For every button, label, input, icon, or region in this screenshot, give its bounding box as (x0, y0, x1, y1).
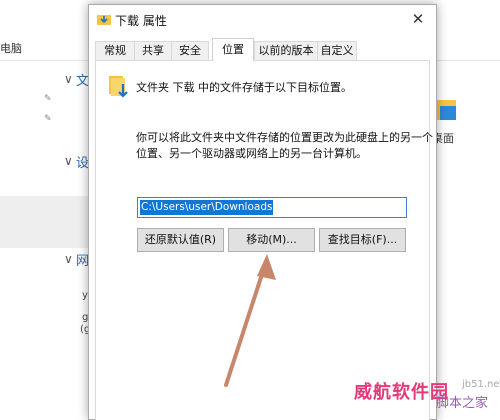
breadcrumb[interactable]: 电脑 (0, 40, 22, 56)
title-bar[interactable]: 下载 属性 ✕ (89, 5, 436, 33)
blurred-region (0, 196, 100, 248)
tab-security[interactable]: 安全 (171, 41, 209, 60)
close-button[interactable]: ✕ (407, 9, 429, 29)
pin-icon: ✎ (44, 114, 52, 124)
tab-general[interactable]: 常规 (95, 41, 135, 60)
downloads-folder-icon (97, 15, 111, 25)
chevron-down-icon[interactable]: ∨ (64, 252, 73, 266)
tab-sharing[interactable]: 共享 (134, 41, 172, 60)
downloads-folder-icon (109, 76, 128, 98)
watermark-url: jb51.net (462, 379, 500, 390)
move-button[interactable]: 移动(M)... (228, 228, 315, 252)
location-description: 你可以将此文件夹中文件存储的位置更改为此硬盘上的另一个 位置、另一个驱动器或网络… (136, 130, 433, 162)
find-target-button[interactable]: 查找目标(F)... (319, 228, 406, 252)
tab-previous-versions[interactable]: 以前的版本 (254, 41, 318, 60)
dialog-title: 下载 属性 (115, 14, 167, 28)
location-path-input[interactable]: C:\Users\user\Downloads (137, 197, 407, 218)
chevron-down-icon[interactable]: ∨ (64, 154, 73, 168)
watermark-site-name: 威航软件园 (354, 382, 449, 403)
tab-bar: 常规 共享 安全 位置 以前的版本 自定义 (95, 38, 432, 61)
description-line: 位置、另一个驱动器或网络上的另一台计算机。 (136, 147, 367, 160)
location-header-text: 文件夹 下载 中的文件存储于以下目标位置。 (136, 81, 352, 94)
tab-customize[interactable]: 自定义 (317, 41, 357, 60)
selected-path-text: C:\Users\user\Downloads (140, 200, 274, 215)
pin-icon: ✎ (44, 94, 52, 104)
chevron-down-icon[interactable]: ∨ (64, 72, 73, 86)
description-line: 你可以将此文件夹中文件存储的位置更改为此硬盘上的另一个 (136, 131, 433, 144)
restore-default-button[interactable]: 还原默认值(R) (137, 228, 224, 252)
tab-location[interactable]: 位置 (212, 38, 254, 61)
watermark-site-name-2: 脚本之家 (436, 396, 489, 411)
